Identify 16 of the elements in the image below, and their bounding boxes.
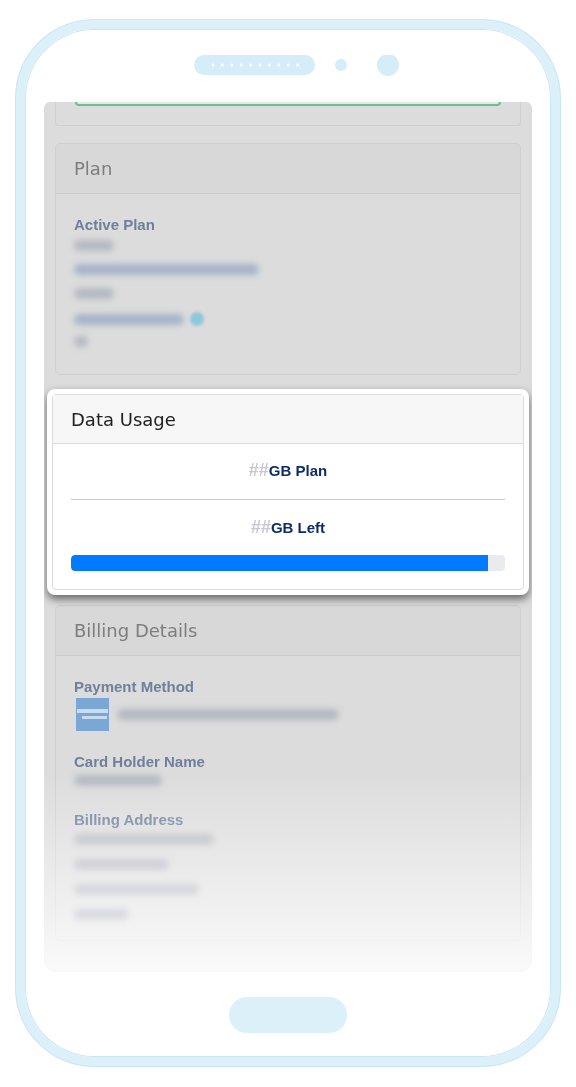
- input-field[interactable]: [75, 102, 501, 106]
- blurred-text: [74, 288, 114, 299]
- field-label: Billing Address: [74, 811, 185, 828]
- blurred-text: [74, 336, 88, 347]
- card-title: Plan: [74, 158, 113, 179]
- card-logo-icon: [76, 698, 109, 731]
- info-icon: [190, 312, 204, 326]
- plan-size: ##GB Plan: [247, 460, 329, 481]
- data-left: ##GB Left: [249, 517, 327, 538]
- card-title: Data Usage: [71, 408, 176, 430]
- field-label: Card Holder Name: [74, 753, 206, 770]
- field-label: Active Plan: [74, 216, 156, 233]
- blurred-text: [74, 240, 114, 251]
- field-label: Payment Method: [74, 678, 195, 695]
- home-button[interactable]: [229, 996, 347, 1033]
- card-title: Billing Details: [74, 620, 198, 641]
